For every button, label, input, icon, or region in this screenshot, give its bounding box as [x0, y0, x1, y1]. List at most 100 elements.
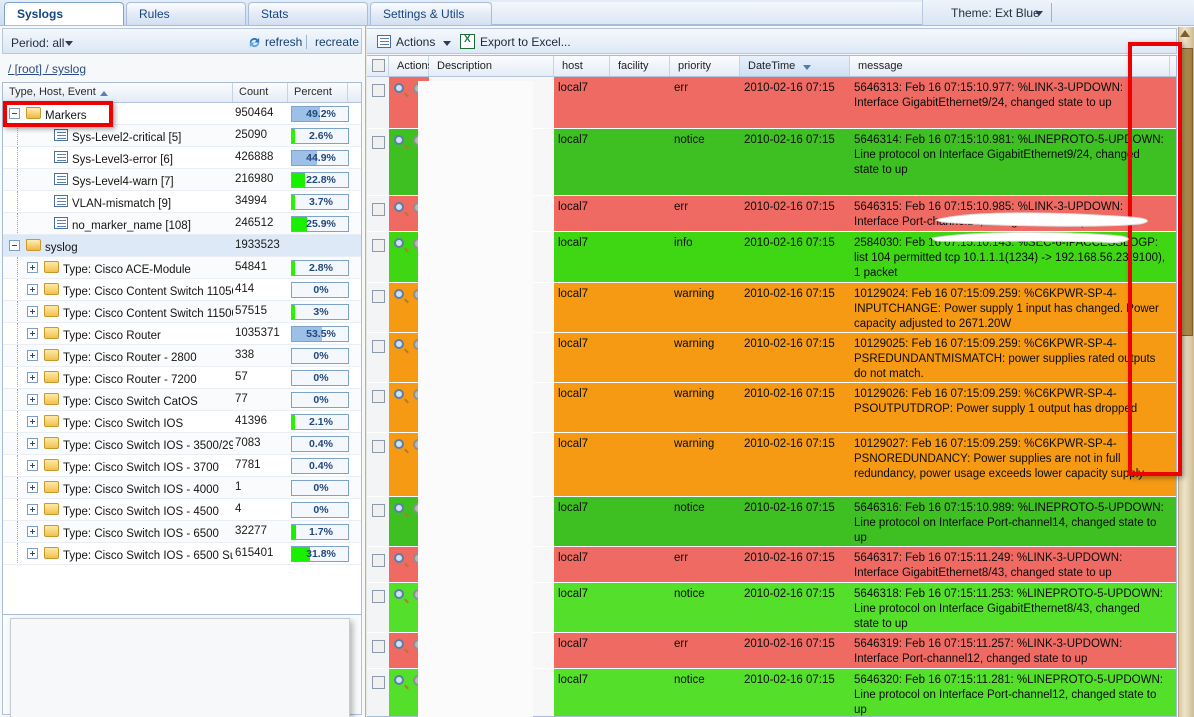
row-checkbox[interactable] [372, 440, 385, 453]
row-checkbox[interactable] [372, 84, 385, 97]
tree-expander-plus-icon[interactable] [27, 262, 38, 273]
recreate-button[interactable]: recreate [315, 35, 359, 49]
chevron-down-icon[interactable] [65, 41, 73, 46]
theme-selector[interactable]: Theme: Ext Blue [922, 0, 1194, 25]
tab-stats[interactable]: Stats [248, 2, 368, 25]
tree-expander-plus-icon[interactable] [27, 416, 38, 427]
tree-expander-plus-icon[interactable] [27, 350, 38, 361]
tab-rules[interactable]: Rules [126, 2, 246, 25]
tree-row[interactable]: Sys-Level4-warn [7] 216980 22.8% [3, 169, 361, 191]
export-to-excel-button[interactable]: Export to Excel... [480, 35, 571, 49]
column-header-percent[interactable]: Percent [288, 83, 348, 102]
chevron-down-icon[interactable] [443, 41, 451, 46]
row-checkbox[interactable] [372, 290, 385, 303]
tree-expander-plus-icon[interactable] [27, 328, 38, 339]
tree-name-cell: Type: Cisco Switch IOS - 4000 [3, 477, 233, 498]
breadcrumb[interactable]: / [root] / syslog [8, 62, 86, 76]
refresh-icon[interactable] [247, 35, 262, 50]
tree-expander-plus-icon[interactable] [27, 284, 38, 295]
tree-row[interactable]: VLAN-mismatch [9] 34994 3.7% [3, 191, 361, 213]
tree-row[interactable]: Sys-Level3-error [6] 426888 44.9% [3, 147, 361, 169]
column-header-host[interactable]: host [554, 56, 610, 76]
row-checkbox[interactable] [372, 676, 385, 689]
tree-row[interactable]: Type: Cisco Switch IOS - 3700 7781 0.4% [3, 455, 361, 477]
row-checkbox[interactable] [372, 554, 385, 567]
magnifier-icon[interactable] [394, 339, 404, 349]
data-grid-header: Actions Description host facility priori… [367, 56, 1176, 77]
tree-row-label: Type: Cisco Switch IOS - 3500/2900 [63, 440, 233, 452]
magnifier-icon[interactable] [394, 675, 404, 685]
row-checkbox[interactable] [372, 239, 385, 252]
column-header-select-all[interactable] [367, 56, 389, 76]
tree-expander-plus-icon[interactable] [27, 548, 38, 559]
column-header-message[interactable]: message [850, 56, 1170, 76]
magnifier-icon[interactable] [394, 135, 404, 145]
row-checkbox[interactable] [372, 590, 385, 603]
column-header-count[interactable]: Count [233, 83, 288, 102]
tree-row[interactable]: Type: Cisco Content Switch 11500 57515 3% [3, 301, 361, 323]
column-header-description[interactable]: Description [429, 56, 554, 76]
tree-row[interactable]: Markers 950464 49.2% [3, 103, 361, 125]
tree-row[interactable]: Type: Cisco Switch IOS 41396 2.1% [3, 411, 361, 433]
magnifier-icon[interactable] [394, 83, 404, 93]
column-header-datetime[interactable]: DateTime [740, 56, 850, 76]
column-header-actions[interactable]: Actions [389, 56, 433, 76]
row-checkbox-cell [367, 433, 389, 496]
magnifier-icon[interactable] [394, 589, 404, 599]
refresh-button[interactable]: refresh [265, 35, 302, 49]
tree-row[interactable]: Type: Cisco Content Switch 11050 414 0% [3, 279, 361, 301]
tree-expander-plus-icon[interactable] [27, 394, 38, 405]
actions-menu-button[interactable]: Actions [396, 35, 435, 49]
period-filter-label[interactable]: Period: all [11, 36, 64, 50]
actions-menu-icon[interactable] [377, 35, 391, 48]
row-checkbox[interactable] [372, 340, 385, 353]
row-checkbox[interactable] [372, 390, 385, 403]
tree-row[interactable]: Sys-Level2-critical [5] 25090 2.6% [3, 125, 361, 147]
tree-row[interactable]: Type: Cisco Router - 7200 57 0% [3, 367, 361, 389]
tab-settings-utils[interactable]: Settings & Utils [370, 2, 492, 25]
magnifier-icon[interactable] [394, 389, 404, 399]
column-header-priority[interactable]: priority [670, 56, 740, 76]
tree-expander-plus-icon[interactable] [27, 526, 38, 537]
magnifier-icon[interactable] [394, 202, 404, 212]
column-header-facility[interactable]: facility [610, 56, 670, 76]
column-header-type-host-event[interactable]: Type, Host, Event [3, 83, 233, 102]
row-checkbox[interactable] [372, 203, 385, 216]
tree-expander-plus-icon[interactable] [27, 306, 38, 317]
tree-row[interactable]: Type: Cisco Router - 2800 338 0% [3, 345, 361, 367]
tree-row[interactable]: Type: Cisco Switch CatOS 77 0% [3, 389, 361, 411]
tree-expander-plus-icon[interactable] [27, 438, 38, 449]
column-label-type-host-event: Type, Host, Event [9, 86, 96, 98]
breadcrumb-path[interactable]: / [root] / syslog [8, 62, 86, 76]
tree-row[interactable]: Type: Cisco Switch IOS - 4500 4 0% [3, 499, 361, 521]
tree-expander-plus-icon[interactable] [27, 482, 38, 493]
magnifier-icon[interactable] [394, 238, 404, 248]
scrollbar-thumb[interactable] [1179, 48, 1193, 336]
tree-row[interactable]: Type: Cisco Switch IOS - 3500/2900 7083 0.… [3, 433, 361, 455]
magnifier-icon[interactable] [394, 439, 404, 449]
tree-expander-plus-icon[interactable] [27, 504, 38, 515]
tree-row[interactable]: Type: Cisco Switch IOS - 6500 Sup7 615401… [3, 543, 361, 565]
tree-expander-minus-icon[interactable] [9, 108, 20, 119]
tree-row[interactable]: Type: Cisco Switch IOS - 6500 32277 1.7% [3, 521, 361, 543]
tree-row[interactable]: Type: Cisco Router 1035371 53.5% [3, 323, 361, 345]
scroll-up-arrow-icon[interactable] [1180, 30, 1190, 37]
row-checkbox[interactable] [372, 640, 385, 653]
row-checkbox[interactable] [372, 136, 385, 149]
row-checkbox[interactable] [372, 504, 385, 517]
tree-row[interactable]: Type: Cisco Switch IOS - 4000 1 0% [3, 477, 361, 499]
magnifier-icon[interactable] [394, 503, 404, 513]
tree-row[interactable]: no_marker_name [108] 246512 25.9% [3, 213, 361, 235]
tree-row[interactable]: syslog 1933523 [3, 235, 361, 257]
tree-expander-plus-icon[interactable] [27, 372, 38, 383]
column-header-alert[interactable]: Alert [1170, 56, 1176, 76]
tree-expander-plus-icon[interactable] [27, 460, 38, 471]
magnifier-icon[interactable] [394, 639, 404, 649]
magnifier-icon[interactable] [394, 289, 404, 299]
select-all-checkbox[interactable] [372, 59, 385, 72]
tree-row[interactable]: Type: Cisco ACE-Module 54841 2.8% [3, 257, 361, 279]
tree-expander-minus-icon[interactable] [9, 240, 20, 251]
excel-icon[interactable] [460, 34, 475, 49]
tab-syslogs[interactable]: Syslogs [4, 2, 124, 25]
magnifier-icon[interactable] [394, 553, 404, 563]
